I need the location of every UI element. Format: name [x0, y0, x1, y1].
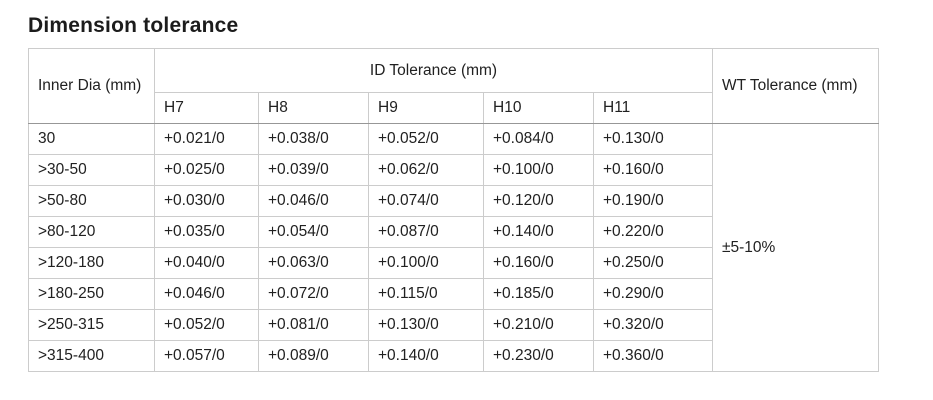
tolerance-cell: +0.072/0 — [259, 279, 369, 310]
tolerance-cell: +0.160/0 — [594, 155, 713, 186]
table-row: 30 +0.021/0 +0.038/0 +0.052/0 +0.084/0 +… — [29, 124, 879, 155]
tolerance-cell: +0.039/0 — [259, 155, 369, 186]
tolerance-cell: +0.115/0 — [369, 279, 484, 310]
tolerance-cell: +0.046/0 — [155, 279, 259, 310]
dia-cell: >30-50 — [29, 155, 155, 186]
dia-cell: >80-120 — [29, 217, 155, 248]
header-h9: H9 — [369, 93, 484, 124]
tolerance-cell: +0.062/0 — [369, 155, 484, 186]
tolerance-cell: +0.220/0 — [594, 217, 713, 248]
dia-cell: >250-315 — [29, 310, 155, 341]
tolerance-cell: +0.046/0 — [259, 186, 369, 217]
tolerance-cell: +0.190/0 — [594, 186, 713, 217]
header-h8: H8 — [259, 93, 369, 124]
header-h11: H11 — [594, 93, 713, 124]
wt-value-cell: ±5-10% — [713, 124, 879, 372]
header-h7: H7 — [155, 93, 259, 124]
tolerance-cell: +0.185/0 — [484, 279, 594, 310]
tolerance-cell: +0.054/0 — [259, 217, 369, 248]
dia-cell: >180-250 — [29, 279, 155, 310]
tolerance-cell: +0.290/0 — [594, 279, 713, 310]
tolerance-cell: +0.130/0 — [369, 310, 484, 341]
dia-cell: 30 — [29, 124, 155, 155]
tolerance-cell: +0.130/0 — [594, 124, 713, 155]
tolerance-cell: +0.140/0 — [484, 217, 594, 248]
tolerance-cell: +0.021/0 — [155, 124, 259, 155]
dia-cell: >315-400 — [29, 341, 155, 372]
tolerance-cell: +0.089/0 — [259, 341, 369, 372]
header-wt-tolerance: WT Tolerance (mm) — [713, 49, 879, 124]
tolerance-cell: +0.081/0 — [259, 310, 369, 341]
tolerance-cell: +0.210/0 — [484, 310, 594, 341]
tolerance-cell: +0.074/0 — [369, 186, 484, 217]
dia-cell: >120-180 — [29, 248, 155, 279]
tolerance-cell: +0.063/0 — [259, 248, 369, 279]
tolerance-cell: +0.052/0 — [155, 310, 259, 341]
tolerance-cell: +0.038/0 — [259, 124, 369, 155]
tolerance-cell: +0.040/0 — [155, 248, 259, 279]
tolerance-cell: +0.230/0 — [484, 341, 594, 372]
tolerance-cell: +0.320/0 — [594, 310, 713, 341]
tolerance-cell: +0.035/0 — [155, 217, 259, 248]
header-h10: H10 — [484, 93, 594, 124]
tolerance-cell: +0.100/0 — [484, 155, 594, 186]
tolerance-cell: +0.360/0 — [594, 341, 713, 372]
page-title: Dimension tolerance — [28, 14, 933, 38]
tolerance-cell: +0.052/0 — [369, 124, 484, 155]
page: Dimension tolerance Inner Dia (mm) ID To… — [0, 0, 933, 372]
header-inner-dia: Inner Dia (mm) — [29, 49, 155, 124]
tolerance-cell: +0.250/0 — [594, 248, 713, 279]
tolerance-cell: +0.025/0 — [155, 155, 259, 186]
tolerance-cell: +0.120/0 — [484, 186, 594, 217]
tolerance-cell: +0.030/0 — [155, 186, 259, 217]
tolerance-cell: +0.160/0 — [484, 248, 594, 279]
dia-cell: >50-80 — [29, 186, 155, 217]
tolerance-cell: +0.100/0 — [369, 248, 484, 279]
tolerance-cell: +0.140/0 — [369, 341, 484, 372]
header-id-tolerance: ID Tolerance (mm) — [155, 49, 713, 93]
tolerance-cell: +0.057/0 — [155, 341, 259, 372]
header-group-row: Inner Dia (mm) ID Tolerance (mm) WT Tole… — [29, 49, 879, 93]
dimension-tolerance-table: Inner Dia (mm) ID Tolerance (mm) WT Tole… — [28, 48, 879, 372]
tolerance-cell: +0.087/0 — [369, 217, 484, 248]
tolerance-cell: +0.084/0 — [484, 124, 594, 155]
